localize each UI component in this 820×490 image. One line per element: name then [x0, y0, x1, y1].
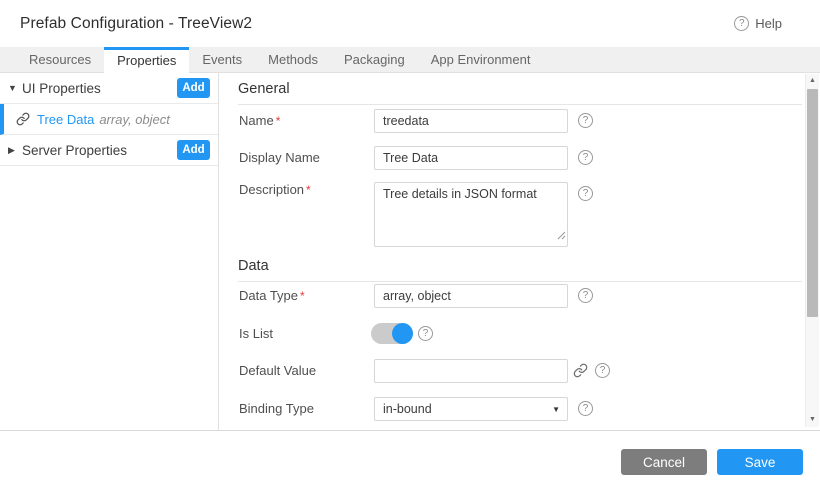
required-asterisk: *	[276, 114, 281, 128]
property-name: Tree Data	[37, 112, 94, 127]
tab-app-environment[interactable]: App Environment	[418, 47, 544, 73]
default-value-help-icon[interactable]: ?	[595, 363, 610, 378]
save-button[interactable]: Save	[717, 449, 803, 475]
is-list-toggle[interactable]	[371, 323, 413, 344]
tab-packaging[interactable]: Packaging	[331, 47, 418, 73]
data-type-input[interactable]	[374, 284, 568, 308]
display-name-label: Display Name	[239, 146, 320, 170]
sidebar-group-ui-properties[interactable]: ▼ UI Properties Add	[0, 73, 218, 104]
cancel-button[interactable]: Cancel	[621, 449, 707, 475]
select-arrow-icon: ▼	[552, 398, 560, 421]
binding-type-label: Binding Type	[239, 397, 314, 421]
sidebar-item-tree-data[interactable]: Tree Data array, object	[0, 104, 218, 135]
default-value-label: Default Value	[239, 359, 316, 383]
default-value-input[interactable]	[374, 359, 568, 383]
tab-methods[interactable]: Methods	[255, 47, 331, 73]
name-label: Name*	[239, 109, 280, 133]
binding-type-select[interactable]: in-bound ▼	[374, 397, 568, 421]
caret-right-icon[interactable]: ▶	[8, 145, 20, 156]
data-type-help-icon[interactable]: ?	[578, 288, 593, 303]
binding-type-help-icon[interactable]: ?	[578, 401, 593, 416]
display-name-input[interactable]	[374, 146, 568, 170]
scroll-thumb[interactable]	[807, 89, 818, 317]
help-link[interactable]: ? Help	[734, 0, 782, 47]
data-type-label: Data Type*	[239, 284, 305, 308]
ui-properties-label: UI Properties	[22, 81, 101, 96]
description-textarea[interactable]: Tree details in JSON format	[374, 182, 568, 247]
is-list-help-icon[interactable]: ?	[418, 326, 433, 341]
dialog-header: Prefab Configuration - TreeView2 ? Help	[0, 0, 820, 47]
prefab-configuration-dialog: Prefab Configuration - TreeView2 ? Help …	[0, 0, 820, 490]
section-general-title: General	[238, 81, 802, 105]
property-type: array, object	[99, 112, 170, 127]
sidebar-group-server-properties[interactable]: ▶ Server Properties Add	[0, 135, 218, 166]
is-list-label: Is List	[239, 322, 273, 346]
description-help-icon[interactable]: ?	[578, 186, 593, 201]
dialog-footer: Cancel Save	[0, 431, 820, 490]
name-input[interactable]	[374, 109, 568, 133]
ui-properties-add-button[interactable]: Add	[177, 78, 210, 98]
display-name-help-icon[interactable]: ?	[578, 150, 593, 165]
tab-bar: Resources Properties Events Methods Pack…	[0, 47, 820, 73]
tab-events[interactable]: Events	[189, 47, 255, 73]
tab-properties[interactable]: Properties	[104, 47, 189, 74]
required-asterisk: *	[300, 289, 305, 303]
scroll-up-button[interactable]: ▲	[806, 74, 819, 88]
properties-sidebar: ▼ UI Properties Add Tree Data array, obj…	[0, 73, 219, 430]
help-label: Help	[755, 16, 782, 31]
link-icon	[16, 112, 30, 126]
tab-resources[interactable]: Resources	[16, 47, 104, 73]
toggle-knob	[392, 323, 413, 344]
server-properties-label: Server Properties	[22, 143, 127, 158]
help-icon: ?	[734, 16, 749, 31]
name-help-icon[interactable]: ?	[578, 113, 593, 128]
caret-down-icon[interactable]: ▼	[8, 83, 20, 93]
property-form: General Name* ? Display Name ? Descripti…	[220, 73, 805, 430]
scroll-down-button[interactable]: ▼	[806, 413, 819, 427]
binding-type-value: in-bound	[383, 402, 432, 416]
required-asterisk: *	[306, 183, 311, 197]
page-title: Prefab Configuration - TreeView2	[20, 0, 252, 47]
vertical-scrollbar[interactable]: ▲ ▼	[805, 74, 819, 427]
server-properties-add-button[interactable]: Add	[177, 140, 210, 160]
section-data-title: Data	[238, 258, 802, 282]
description-label: Description*	[239, 178, 311, 202]
bind-property-link-icon[interactable]	[573, 363, 588, 378]
